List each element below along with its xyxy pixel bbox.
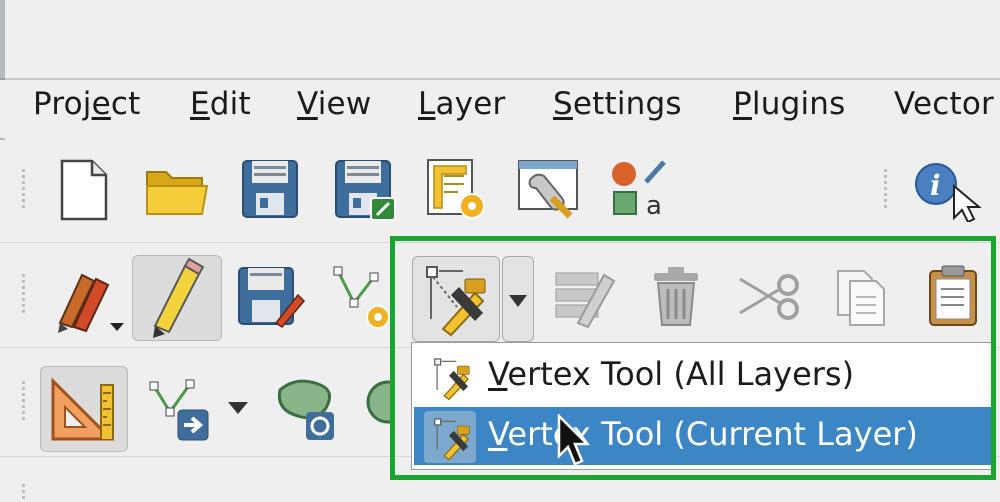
toolbar-grip[interactable] [20, 481, 28, 502]
toggle-editing-icon[interactable] [132, 255, 222, 341]
vertex-tool-icon[interactable] [412, 256, 500, 342]
save-project-icon[interactable] [240, 158, 300, 220]
open-project-icon[interactable] [144, 164, 210, 218]
menu-settings[interactable]: Settings [553, 86, 682, 122]
modify-attributes-icon[interactable] [552, 265, 618, 329]
mouse-cursor-icon [556, 412, 591, 472]
digitize-dropdown-arrow[interactable] [224, 398, 252, 418]
menu-item-vertex-tool-current-layer[interactable]: Vertex Tool (Current Layer) [414, 407, 993, 465]
menu-item-label: Vertex Tool (Current Layer) [488, 415, 918, 453]
toolbar-grip[interactable] [20, 166, 28, 211]
style-manager-icon[interactable] [516, 158, 582, 222]
menu-item-vertex-tool-all-layers[interactable]: Vertex Tool (All Layers) [414, 347, 993, 405]
window-titlebar [0, 0, 1000, 80]
digitize-with-segment-icon[interactable] [146, 376, 216, 446]
digitizing-toolbar [0, 243, 1000, 348]
menu-item-label: Vertex Tool (All Layers) [488, 355, 855, 393]
new-project-icon[interactable] [56, 158, 112, 222]
vertex-tool-all-layers-icon [434, 358, 470, 401]
layout-manager-icon[interactable] [424, 156, 490, 224]
vertex-tool-dropdown [412, 256, 534, 342]
add-feature-icon[interactable] [330, 263, 394, 333]
project-toolbar: a i [0, 140, 1000, 243]
enable-snapping-icon[interactable] [40, 366, 128, 452]
menu-edit[interactable]: Edit [190, 86, 251, 122]
identify-features-icon[interactable]: i [912, 160, 986, 222]
toolbar-grip[interactable] [20, 378, 28, 423]
copy-features-icon[interactable] [834, 267, 888, 329]
delete-selected-icon[interactable] [650, 265, 702, 329]
menu-vector[interactable]: Vector [894, 86, 994, 122]
text-annotation-icon[interactable]: a [608, 158, 670, 224]
svg-text:a: a [646, 191, 662, 221]
menu-layer[interactable]: Layer [418, 86, 505, 122]
reshape-features-icon[interactable] [270, 372, 342, 444]
paste-features-icon[interactable] [926, 263, 980, 329]
vertex-tool-current-layer-icon [434, 418, 470, 461]
current-edits-icon[interactable] [50, 261, 126, 337]
vertex-tool-menu: Vertex Tool (All Layers) Vertex Tool (Cu… [411, 342, 996, 470]
toolbar-grip[interactable] [882, 166, 890, 211]
save-project-as-icon[interactable] [333, 158, 399, 224]
svg-text:i: i [930, 169, 941, 202]
menu-project[interactable]: Project [33, 86, 140, 122]
toolbar-grip[interactable] [20, 271, 28, 316]
vertex-tool-dropdown-arrow[interactable] [502, 256, 534, 342]
cut-features-icon[interactable] [736, 269, 802, 325]
offset-curve-icon[interactable] [362, 378, 392, 438]
menu-view[interactable]: View [297, 86, 371, 122]
menu-plugins[interactable]: Plugins [733, 86, 845, 122]
save-layer-edits-icon[interactable] [236, 265, 306, 329]
menu-bar: Project Edit View Layer Settings Plugins… [0, 80, 1000, 138]
